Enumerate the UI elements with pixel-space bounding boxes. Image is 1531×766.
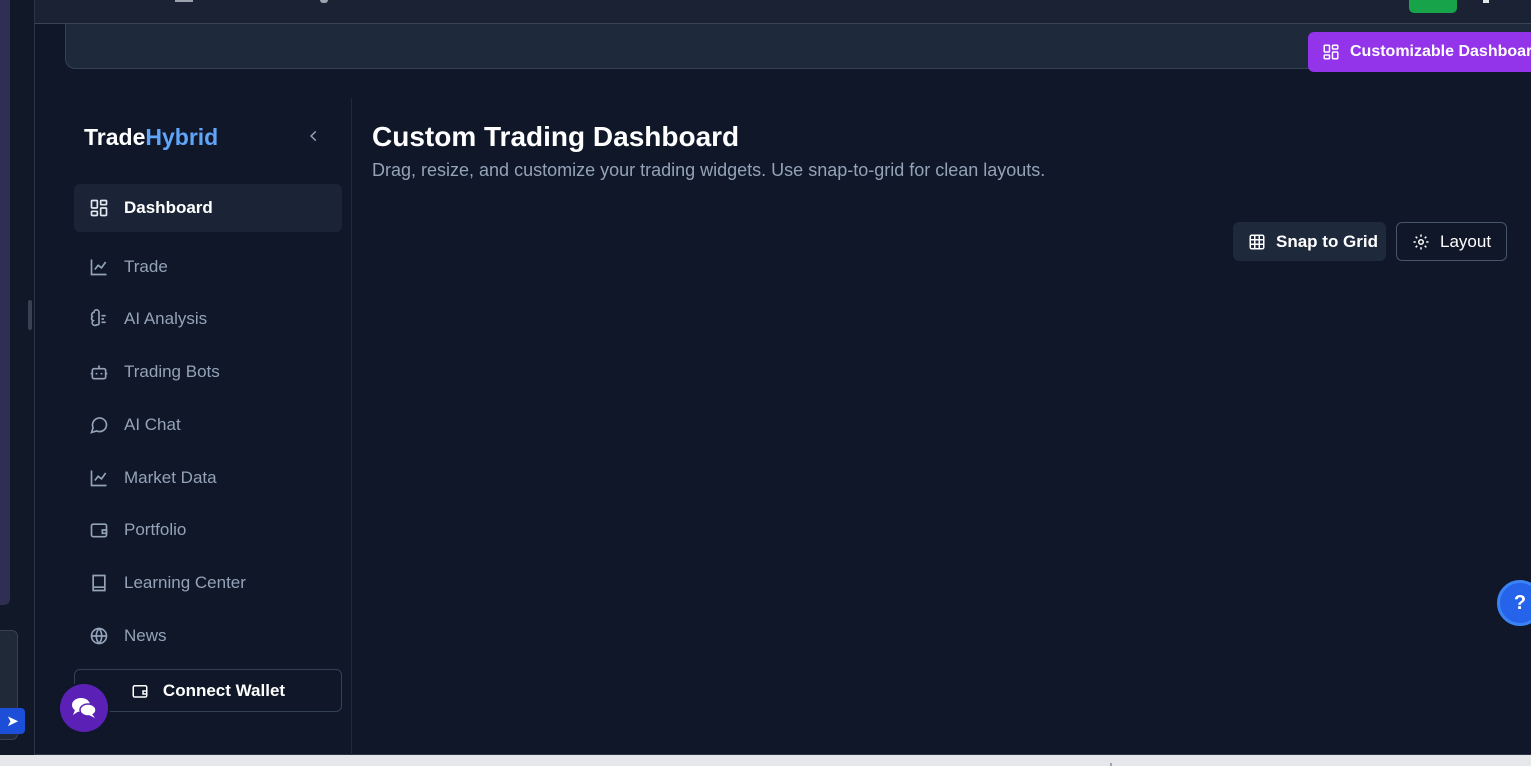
brand-logo[interactable]: TradeHybrid xyxy=(84,124,218,151)
grid-icon xyxy=(1249,234,1265,249)
sidebar-item-trade[interactable]: Trade xyxy=(74,243,342,291)
green-action-button[interactable] xyxy=(1409,0,1457,13)
layout-dashboard-icon xyxy=(1323,44,1339,60)
customizable-dashboard-button[interactable]: Customizable Dashboard xyxy=(1308,32,1531,72)
bot-icon xyxy=(90,365,108,380)
send-icon[interactable]: ➤ xyxy=(0,708,25,734)
line-chart-icon xyxy=(90,470,107,487)
resize-handle[interactable] xyxy=(28,300,32,330)
sidebar-item-learning-center[interactable]: Learning Center xyxy=(74,559,342,607)
help-icon: ? xyxy=(1513,591,1527,614)
message-circle-icon xyxy=(90,417,108,434)
bottom-bar xyxy=(0,755,1531,766)
sidebar-item-trading-bots[interactable]: Trading Bots xyxy=(74,348,342,396)
host-side-panel xyxy=(0,0,10,605)
sidebar-item-label: Market Data xyxy=(124,468,217,487)
page-subtitle: Drag, resize, and customize your trading… xyxy=(372,160,1046,180)
sidebar-item-portfolio[interactable]: Portfolio xyxy=(74,506,342,554)
brain-icon xyxy=(90,309,106,327)
sidebar-item-ai-analysis[interactable]: AI Analysis xyxy=(74,295,342,343)
sidebar-item-ai-chat[interactable]: AI Chat xyxy=(74,401,342,449)
main-content: Custom Trading Dashboard Drag, resize, a… xyxy=(372,98,1531,755)
layout-button[interactable]: Layout xyxy=(1396,222,1507,261)
chat-bubble-button[interactable] xyxy=(60,684,108,732)
brand-part-2: Hybrid xyxy=(145,124,219,150)
line-chart-icon xyxy=(90,259,107,276)
snap-to-grid-button[interactable]: Snap to Grid xyxy=(1233,222,1386,261)
sidebar-item-label: AI Analysis xyxy=(124,309,208,328)
top-bar-fragment xyxy=(175,0,193,2)
gear-icon xyxy=(1413,234,1429,249)
sidebar-item-label: News xyxy=(124,626,167,645)
sidebar-item-dashboard[interactable]: Dashboard xyxy=(74,184,342,232)
sidebar-item-label: Learning Center xyxy=(124,573,246,592)
wallet-icon xyxy=(132,684,148,698)
sidebar-item-label: Dashboard xyxy=(124,198,213,217)
layout-dashboard-icon xyxy=(90,199,108,217)
sidebar: TradeHybrid Dashboard Trade AI Analysis … xyxy=(35,98,352,755)
wallet-icon xyxy=(90,523,108,538)
chevron-left-icon[interactable] xyxy=(305,124,323,148)
sidebar-item-label: Trading Bots xyxy=(124,362,220,381)
brand-part-1: Trade xyxy=(84,124,146,150)
top-bar-fragment xyxy=(320,0,328,3)
snap-to-grid-label: Snap to Grid xyxy=(1276,231,1378,251)
top-bar xyxy=(35,0,1531,24)
customizable-dashboard-label: Customizable Dashboard xyxy=(1350,43,1531,60)
connect-wallet-label: Connect Wallet xyxy=(162,680,286,700)
sidebar-item-label: Trade xyxy=(124,257,168,276)
top-bar-fragment xyxy=(1483,0,1489,3)
app-window: Customizable Dashboard TradeHybrid Dashb… xyxy=(34,0,1531,755)
sidebar-item-news[interactable]: News xyxy=(74,612,342,660)
page-title: Custom Trading Dashboard xyxy=(372,121,740,152)
book-icon xyxy=(92,574,106,592)
host-window-edge: ➤ xyxy=(0,0,34,766)
chat-bubbles-icon xyxy=(72,698,97,718)
layout-label: Layout xyxy=(1440,231,1492,251)
connect-wallet-button[interactable]: Connect Wallet xyxy=(74,669,342,712)
sidebar-item-market-data[interactable]: Market Data xyxy=(74,454,342,502)
header-card: Customizable Dashboard xyxy=(65,24,1531,72)
sidebar-item-label: AI Chat xyxy=(124,415,181,434)
sidebar-item-label: Portfolio xyxy=(124,520,187,539)
globe-icon xyxy=(90,627,108,645)
